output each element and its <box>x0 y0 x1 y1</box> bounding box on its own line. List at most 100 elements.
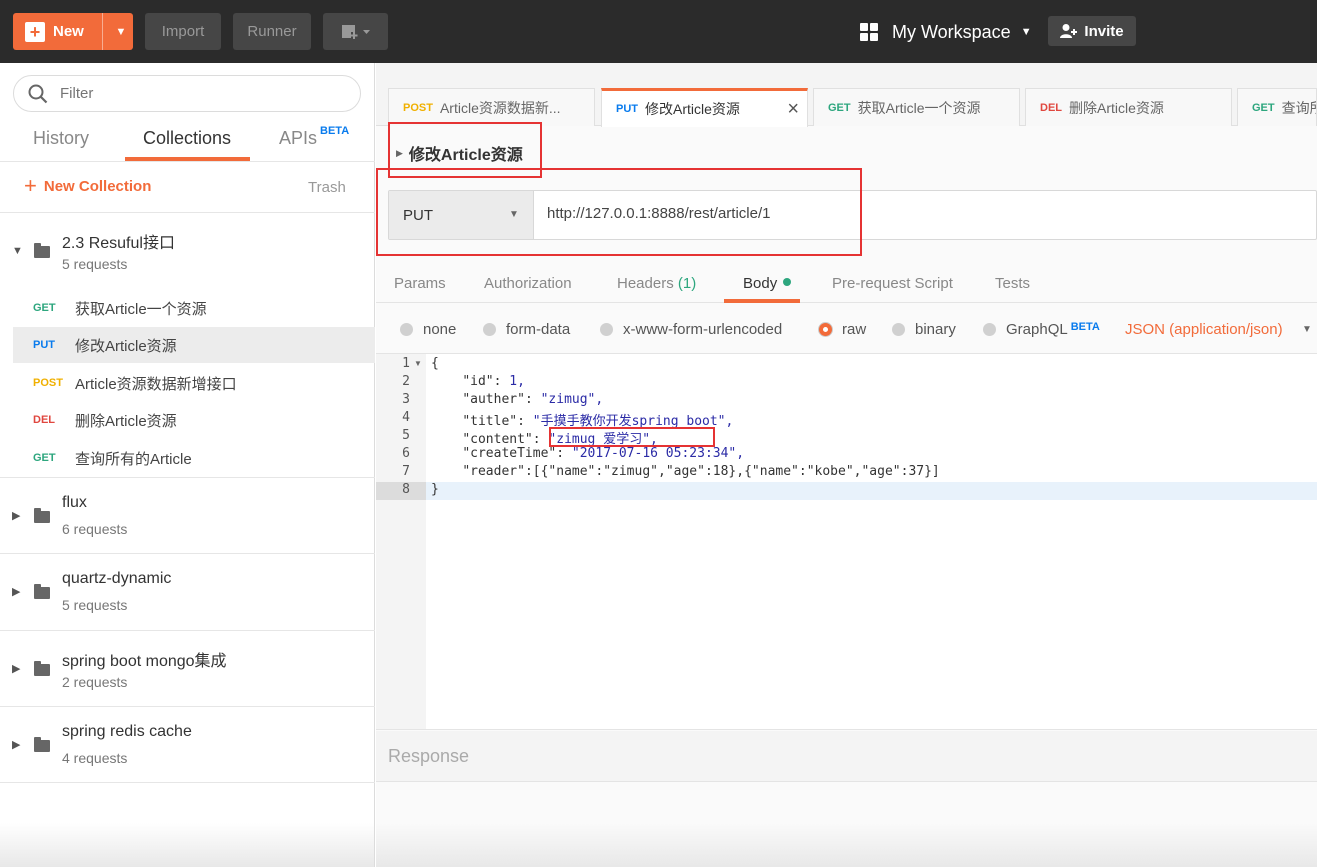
tab-headers[interactable]: Headers (1) <box>617 275 696 292</box>
caret-right-icon[interactable]: ▶ <box>12 509 20 522</box>
grid-icon <box>860 23 878 41</box>
filter-box[interactable] <box>13 75 361 112</box>
tab-params[interactable]: Params <box>394 275 446 292</box>
invite-label: Invite <box>1084 22 1124 40</box>
method-badge: GET <box>828 101 851 114</box>
chevron-down-icon: ▼ <box>1020 26 1032 38</box>
line-number: 2 <box>402 374 410 389</box>
request-tab[interactable]: POST Article资源数据新... <box>388 88 595 126</box>
collection-item[interactable]: ▶ flux 6 requests <box>0 477 375 553</box>
caret-right-icon[interactable]: ▶ <box>12 738 20 751</box>
tab-label: 获取Article一个资源 <box>857 99 981 116</box>
radio-binary-label: binary <box>915 321 956 338</box>
code-line: { <box>431 356 439 371</box>
radio-graphql[interactable]: GraphQL BETA <box>983 321 1100 338</box>
new-window-button[interactable] <box>323 13 388 50</box>
tab-tests[interactable]: Tests <box>995 275 1030 292</box>
collection-item[interactable]: ▶ spring boot mongo集成 2 requests <box>0 630 375 706</box>
tab-prerequest-script[interactable]: Pre-request Script <box>832 275 953 292</box>
collection-item[interactable]: ▶ quartz-dynamic 5 requests <box>0 553 375 630</box>
add-user-icon <box>1060 24 1078 38</box>
line-number: 8 <box>402 482 410 497</box>
tab-history[interactable]: History <box>33 128 89 149</box>
close-icon[interactable]: × <box>787 98 799 121</box>
radio-urlencoded[interactable]: x-www-form-urlencoded <box>600 321 782 338</box>
request-item[interactable]: GET 获取Article一个资源 <box>13 290 375 326</box>
request-name: 删除Article资源 <box>75 412 177 430</box>
main-panel: POST Article资源数据新... PUT 修改Article资源 × G… <box>376 63 1317 867</box>
request-tab-active[interactable]: PUT 修改Article资源 × <box>601 88 808 127</box>
tab-body[interactable]: Body <box>743 275 792 292</box>
sidebar: History Collections APIsBETA + New Colle… <box>0 63 375 867</box>
new-button[interactable]: + New ▼ <box>13 13 133 50</box>
folder-icon <box>34 508 50 523</box>
new-collection-label: New Collection <box>43 177 152 195</box>
collection-name: quartz-dynamic <box>62 570 172 587</box>
chevron-down-icon[interactable]: ▼ <box>109 13 133 50</box>
method-badge: GET <box>33 302 56 314</box>
collection-name: flux <box>62 494 87 511</box>
beta-badge: BETA <box>320 125 350 137</box>
caret-right-icon[interactable]: ▶ <box>12 662 20 675</box>
body-type-options: none form-data x-www-form-urlencoded raw… <box>376 313 1317 347</box>
caret-right-icon[interactable]: ▶ <box>12 585 20 598</box>
tab-collections[interactable]: Collections <box>143 128 231 149</box>
line-number: 7 <box>402 464 410 479</box>
sidebar-tabs: History Collections APIs BETA <box>0 118 375 162</box>
tab-body-label: Body <box>743 275 778 292</box>
body-editor[interactable]: 1 ▼ 2 3 4 5 6 7 8 { "id": 1, "auther": "… <box>376 353 1317 730</box>
headers-count: (1) <box>677 275 697 292</box>
response-panel[interactable]: Response <box>376 731 1317 782</box>
tab-label: 查询所 <box>1281 99 1316 116</box>
collection-name: 2.3 Resuful接口 <box>62 235 175 252</box>
collection-item[interactable]: ▶ spring redis cache 4 requests <box>0 706 375 783</box>
radio-raw-label: raw <box>842 321 867 338</box>
request-item[interactable]: POST Article资源数据新增接口 <box>13 365 375 401</box>
code-line: "reader":[{"name":"zimug","age":18},{"na… <box>462 464 940 479</box>
runner-button[interactable]: Runner <box>233 13 311 50</box>
collection-count: 5 requests <box>62 256 128 272</box>
collection-item[interactable]: ▼ 2.3 Resuful接口 5 requests <box>0 212 375 290</box>
collection-count: 5 requests <box>62 597 128 613</box>
tab-authorization[interactable]: Authorization <box>484 275 572 292</box>
workspace-switcher[interactable]: My Workspace ▼ <box>860 16 1032 48</box>
beta-badge: BETA <box>1070 320 1100 333</box>
folder-icon <box>34 243 50 258</box>
code-line: "id": 1, <box>462 374 525 389</box>
highlight-box <box>549 427 715 447</box>
tab-label: 删除Article资源 <box>1069 99 1164 116</box>
request-item[interactable]: GET 查询所有的Article <box>13 440 375 476</box>
caret-down-icon[interactable]: ▼ <box>12 245 23 257</box>
radio-form-data[interactable]: form-data <box>483 321 570 338</box>
request-item[interactable]: PUT 修改Article资源 <box>13 327 375 363</box>
radio-form-data-label: form-data <box>506 321 571 338</box>
request-name: Article资源数据新增接口 <box>75 375 237 393</box>
radio-raw[interactable]: raw <box>819 321 866 338</box>
invite-button[interactable]: Invite <box>1048 16 1136 46</box>
content-type-select[interactable]: JSON (application/json) <box>1125 321 1283 338</box>
collection-name: spring boot mongo集成 <box>62 653 227 670</box>
fold-icon[interactable]: ▼ <box>414 359 422 368</box>
collection-count: 4 requests <box>62 750 128 766</box>
request-tab[interactable]: GET 查询所 <box>1237 88 1317 126</box>
collection-count: 6 requests <box>62 521 128 537</box>
request-name: 查询所有的Article <box>75 450 192 468</box>
new-collection-button[interactable]: + New Collection <box>24 175 151 197</box>
chevron-down-icon[interactable]: ▼ <box>1302 324 1312 335</box>
line-number: 3 <box>402 392 410 407</box>
radio-none-label: none <box>423 321 457 338</box>
trash-link[interactable]: Trash <box>308 179 346 196</box>
request-name: 修改Article资源 <box>75 337 177 355</box>
request-name: 获取Article一个资源 <box>75 300 207 318</box>
radio-urlencoded-label: x-www-form-urlencoded <box>623 321 783 338</box>
request-tab[interactable]: GET 获取Article一个资源 <box>813 88 1020 126</box>
request-tab[interactable]: DEL 删除Article资源 <box>1025 88 1232 126</box>
request-item[interactable]: DEL 删除Article资源 <box>13 402 375 438</box>
filter-input[interactable] <box>60 85 340 102</box>
radio-none[interactable]: none <box>400 321 456 338</box>
tab-headers-label: Headers <box>617 275 674 292</box>
tab-apis[interactable]: APIs BETA <box>279 125 350 149</box>
plus-icon: + <box>24 173 37 198</box>
import-button[interactable]: Import <box>145 13 221 50</box>
radio-binary[interactable]: binary <box>892 321 956 338</box>
